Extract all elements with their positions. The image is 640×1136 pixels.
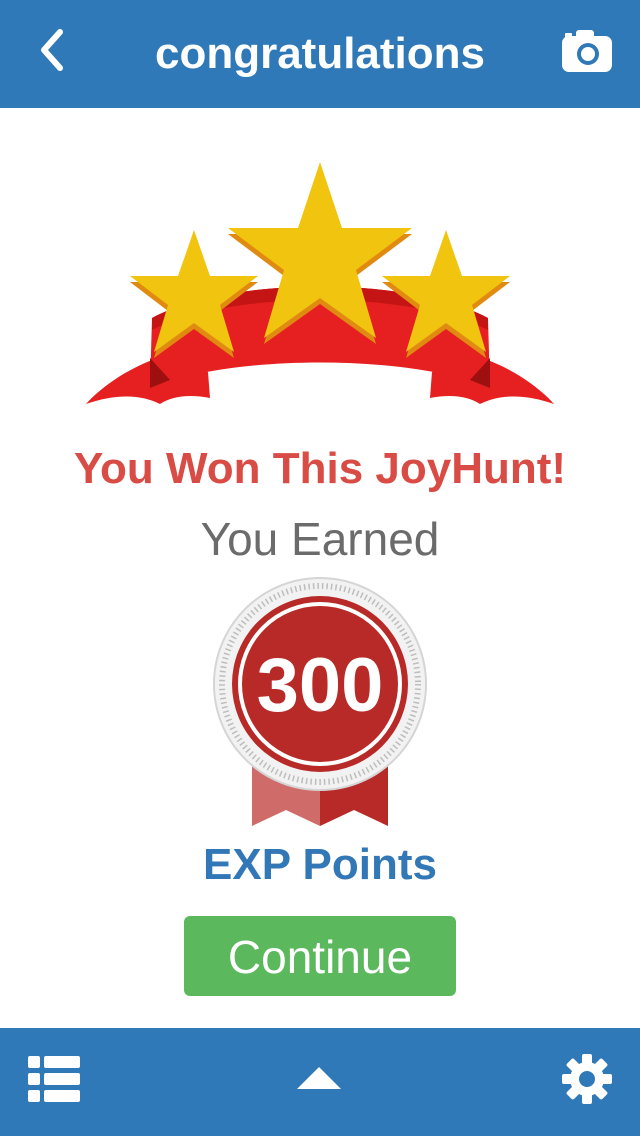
list-icon (28, 1056, 80, 1102)
continue-button[interactable]: Continue (184, 916, 456, 996)
gear-icon (562, 1054, 612, 1104)
camera-icon (562, 30, 612, 72)
points-value: 300 (256, 643, 384, 728)
earned-label: You Earned (200, 513, 440, 565)
page-title: congratulations (154, 29, 486, 78)
top-bar: congratulations (0, 0, 640, 108)
points-label: EXP Points (203, 840, 437, 889)
stars-ribbon-graphic (86, 162, 554, 404)
expand-up-button[interactable] (294, 1064, 344, 1094)
settings-button[interactable] (560, 1052, 614, 1106)
caret-up-icon (297, 1067, 341, 1089)
bottom-bar (0, 1028, 640, 1136)
camera-button[interactable] (560, 28, 614, 74)
win-headline: You Won This JoyHunt! (73, 444, 567, 493)
list-button[interactable] (28, 1056, 80, 1102)
